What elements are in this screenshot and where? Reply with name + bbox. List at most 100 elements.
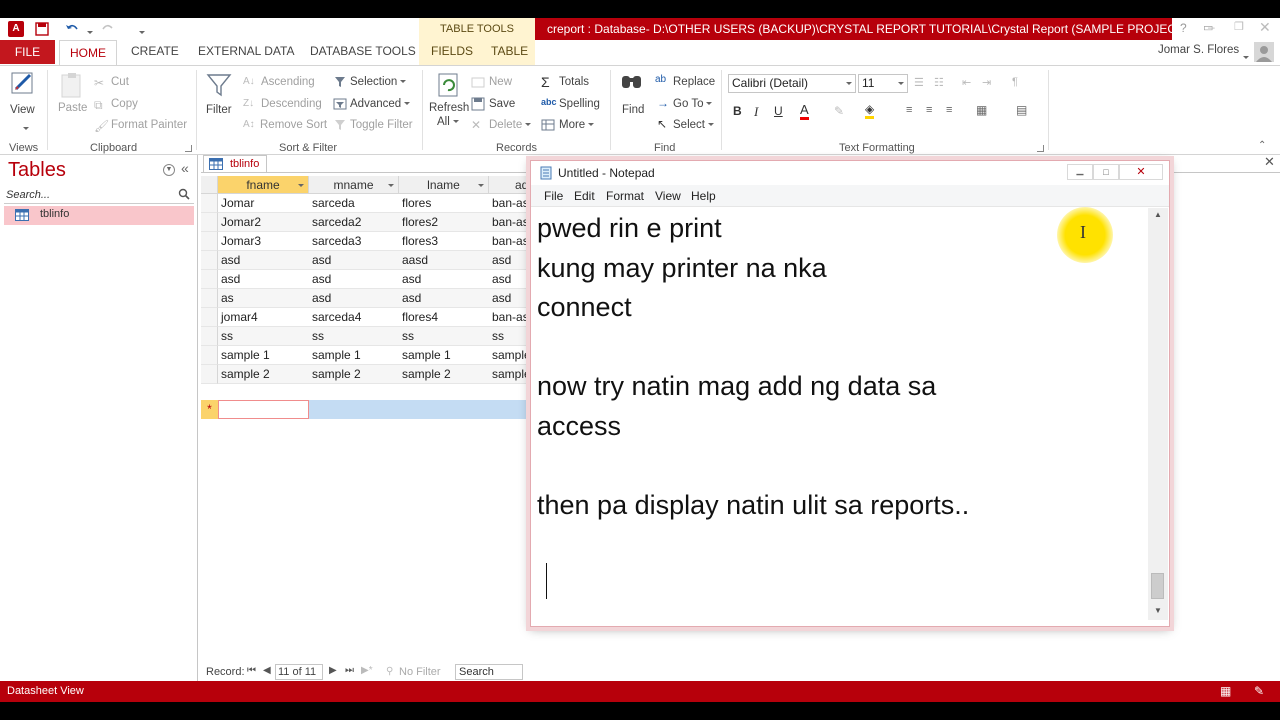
record-selector[interactable]: [201, 308, 218, 327]
next-record-icon[interactable]: ▶: [329, 665, 337, 676]
first-record-icon[interactable]: ⏮: [247, 665, 256, 676]
increase-indent-icon[interactable]: ⇥: [982, 76, 991, 89]
ascending-button[interactable]: Ascending: [261, 76, 315, 88]
table-cell[interactable]: asd: [218, 270, 309, 289]
design-view-icon[interactable]: ✎: [1254, 681, 1264, 702]
table-cell[interactable]: sarceda2: [309, 213, 399, 232]
column-header-fname[interactable]: fname: [218, 176, 309, 194]
record-selector[interactable]: [201, 270, 218, 289]
datasheet-view-icon[interactable]: ▦: [1220, 681, 1231, 702]
font-size-select[interactable]: 11: [858, 74, 908, 93]
scroll-up-icon[interactable]: ▲: [1154, 210, 1162, 219]
document-tab[interactable]: tblinfo: [203, 155, 267, 172]
nav-item-tblinfo[interactable]: tblinfo: [4, 206, 194, 225]
table-cell[interactable]: aasd: [399, 251, 489, 270]
notepad-menu-help[interactable]: Help: [691, 189, 716, 203]
remove-sort-button[interactable]: Remove Sort: [260, 119, 327, 131]
notepad-menu-file[interactable]: File: [544, 189, 563, 203]
find-icon[interactable]: [619, 71, 645, 97]
new-record-button[interactable]: New: [489, 76, 512, 88]
find-button[interactable]: Find: [622, 104, 644, 116]
size-dropdown-icon[interactable]: [895, 75, 904, 92]
text-formatting-launcher-icon[interactable]: [1037, 145, 1044, 152]
notepad-minimize-icon[interactable]: ▁: [1067, 164, 1093, 180]
paste-icon[interactable]: [58, 71, 86, 99]
nav-menu-icon[interactable]: ▼: [163, 164, 175, 176]
refresh-label[interactable]: Refresh: [429, 102, 469, 114]
record-selector[interactable]: [201, 327, 218, 346]
table-cell[interactable]: asd: [218, 251, 309, 270]
table-cell[interactable]: ss: [489, 327, 529, 346]
scrollbar-thumb[interactable]: [1151, 573, 1164, 599]
column-sort-dropdown-icon[interactable]: [475, 176, 484, 194]
scroll-down-icon[interactable]: ▼: [1154, 606, 1162, 615]
replace-button[interactable]: Replace: [673, 76, 715, 88]
italic-button[interactable]: I: [754, 104, 758, 120]
table-cell[interactable]: asd: [489, 251, 529, 270]
underline-button[interactable]: U: [774, 104, 783, 118]
column-sort-dropdown-icon[interactable]: [385, 176, 394, 194]
record-selector[interactable]: [201, 194, 218, 213]
table-cell[interactable]: asd: [399, 270, 489, 289]
nav-search-box[interactable]: Search...: [4, 188, 194, 204]
copy-button[interactable]: Copy: [111, 98, 138, 110]
table-cell[interactable]: asd: [309, 289, 399, 308]
refresh-all-icon[interactable]: [436, 71, 462, 99]
notepad-menu-edit[interactable]: Edit: [574, 189, 595, 203]
table-cell[interactable]: sample 1: [218, 346, 309, 365]
bullets-icon[interactable]: ☰: [914, 76, 924, 89]
record-selector[interactable]: [201, 232, 218, 251]
table-cell[interactable]: ban-as: [489, 194, 529, 213]
notepad-menu-view[interactable]: View: [655, 189, 681, 203]
collapse-ribbon-icon[interactable]: ⌃: [1258, 140, 1266, 151]
format-painter-button[interactable]: Format Painter: [111, 119, 187, 131]
undo-icon[interactable]: [64, 21, 80, 37]
clipboard-launcher-icon[interactable]: [185, 145, 192, 152]
table-cell[interactable]: ss: [399, 327, 489, 346]
new-record-row[interactable]: [309, 400, 531, 419]
record-selector[interactable]: [201, 365, 218, 384]
table-cell[interactable]: sample 2: [218, 365, 309, 384]
selection-button[interactable]: Selection: [350, 76, 407, 88]
table-cell[interactable]: asd: [309, 270, 399, 289]
text-direction-icon[interactable]: ¶: [1012, 76, 1018, 88]
table-cell[interactable]: ban-as: [489, 308, 529, 327]
notepad-maximize-icon[interactable]: □: [1093, 164, 1119, 180]
advanced-button[interactable]: Advanced: [350, 98, 411, 110]
filter-button[interactable]: Filter: [206, 104, 232, 116]
notepad-title-bar[interactable]: Untitled - Notepad ▁ □ ✕: [531, 161, 1169, 185]
last-record-icon[interactable]: ⏭: [345, 665, 354, 676]
minimize-icon[interactable]: ‒: [1208, 20, 1215, 34]
descending-button[interactable]: Descending: [261, 98, 322, 110]
align-left-icon[interactable]: ≡: [906, 104, 912, 116]
select-button[interactable]: Select: [673, 119, 714, 131]
search-icon[interactable]: [178, 188, 190, 203]
bold-button[interactable]: B: [733, 104, 742, 118]
align-center-icon[interactable]: ≡: [926, 104, 932, 116]
table-cell[interactable]: ss: [218, 327, 309, 346]
record-selector[interactable]: [201, 346, 218, 365]
select-all-corner[interactable]: [201, 176, 218, 194]
table-cell[interactable]: flores3: [399, 232, 489, 251]
refresh-all-button[interactable]: All: [437, 116, 459, 128]
record-selector[interactable]: [201, 251, 218, 270]
table-cell[interactable]: sample 2: [399, 365, 489, 384]
highlight-icon[interactable]: ✎: [834, 104, 844, 118]
table-cell[interactable]: sarceda: [309, 194, 399, 213]
record-selector[interactable]: [201, 213, 218, 232]
save-record-button[interactable]: Save: [489, 98, 515, 110]
table-cell[interactable]: asd: [399, 289, 489, 308]
decrease-indent-icon[interactable]: ⇤: [962, 76, 971, 89]
previous-record-icon[interactable]: ◀: [263, 665, 271, 676]
close-document-icon[interactable]: ✕: [1264, 154, 1275, 170]
alternate-row-color-icon[interactable]: ▤: [1016, 103, 1027, 117]
table-cell[interactable]: Jomar3: [218, 232, 309, 251]
save-icon[interactable]: [34, 21, 50, 37]
new-blank-record-icon[interactable]: ▶*: [361, 665, 373, 676]
table-cell[interactable]: as: [218, 289, 309, 308]
table-cell[interactable]: sample 2: [309, 365, 399, 384]
view-dropdown-icon[interactable]: [20, 121, 29, 135]
table-cell[interactable]: ss: [309, 327, 399, 346]
table-cell[interactable]: sarceda3: [309, 232, 399, 251]
tab-table[interactable]: TABLE: [491, 44, 528, 58]
